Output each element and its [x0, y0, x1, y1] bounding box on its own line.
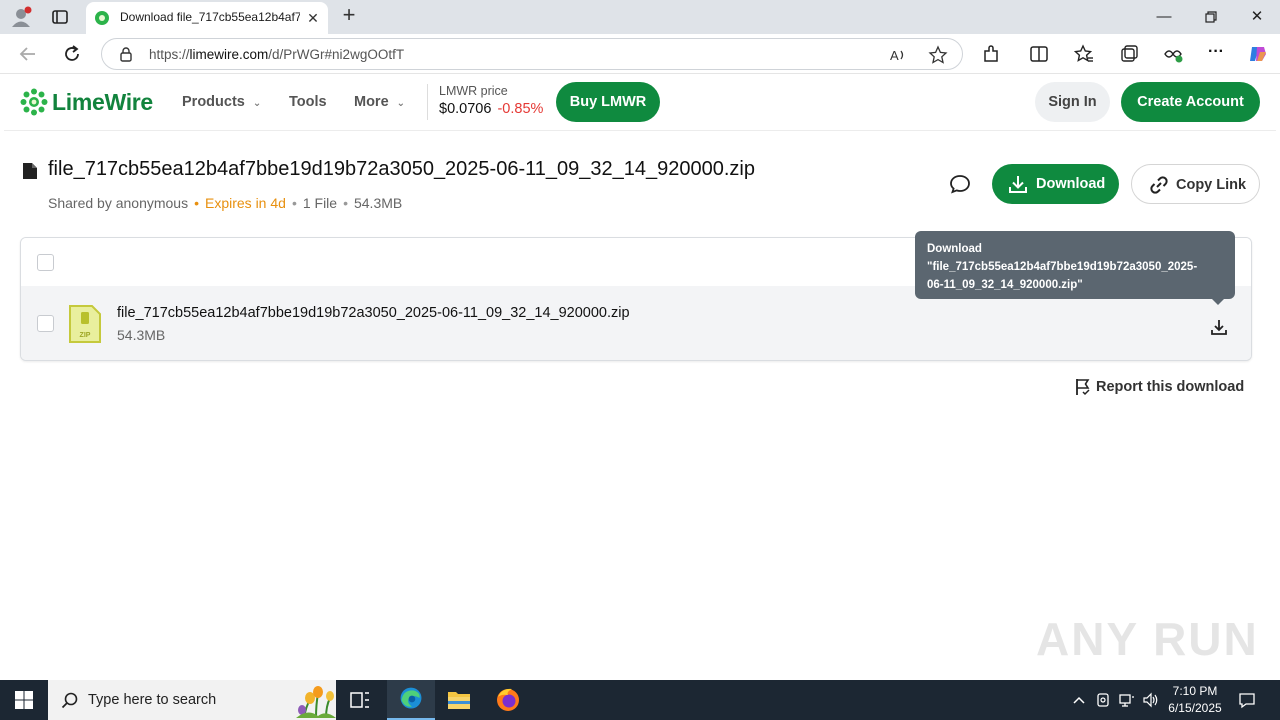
search-icon — [61, 692, 78, 709]
copilot-icon[interactable] — [1247, 43, 1269, 65]
logo-text: LimeWire — [52, 89, 153, 115]
read-aloud-icon[interactable]: A — [888, 45, 908, 65]
browser-tab-bar: Download file_717cb55ea12b4af7 ✕ + — ✕ — [0, 0, 1280, 34]
sign-in-button[interactable]: Sign In — [1035, 82, 1110, 122]
refresh-icon[interactable] — [61, 43, 83, 65]
show-hidden-icons-icon[interactable] — [1070, 691, 1088, 709]
lmwr-price: LMWR price $0.0706 -0.85% — [427, 84, 543, 120]
chevron-down-icon: ⌄ — [396, 98, 406, 109]
shared-by: Shared by anonymous — [48, 195, 189, 211]
search-placeholder: Type here to search — [88, 692, 217, 708]
price-label: LMWR price — [439, 84, 508, 98]
browser-essentials-icon[interactable] — [1162, 43, 1184, 65]
network-icon[interactable] — [1118, 691, 1136, 709]
svg-text:A: A — [890, 48, 899, 63]
firefox-icon[interactable] — [484, 680, 532, 720]
close-window-icon[interactable]: ✕ — [1246, 6, 1268, 28]
zip-file-icon: ZIP — [69, 305, 101, 343]
select-all-checkbox[interactable] — [37, 254, 54, 271]
site-header: LimeWire Products ⌄ Tools More ⌄ LMWR pric… — [4, 74, 1276, 131]
tooltip-line-3: 06-11_09_32_14_920000.zip" — [927, 279, 1083, 291]
limewire-logo-icon — [20, 88, 48, 116]
create-account-button[interactable]: Create Account — [1121, 82, 1260, 122]
clock-date: 6/15/2025 — [1168, 701, 1222, 715]
link-icon — [1150, 176, 1168, 194]
download-tooltip: Download "file_717cb55ea12b4af7bbe19d19b… — [915, 231, 1235, 305]
site-info-icon[interactable] — [118, 46, 134, 62]
copy-link-label: Copy Link — [1176, 177, 1247, 193]
file-row-name: file_717cb55ea12b4af7bbe19d19b72a3050_20… — [117, 305, 630, 321]
file-row-size: 54.3MB — [117, 327, 166, 343]
settings-more-icon[interactable]: ··· — [1205, 43, 1227, 65]
price-value: $0.0706 -0.85% — [439, 101, 544, 117]
collections-icon[interactable] — [1118, 43, 1140, 65]
svg-text:ZIP: ZIP — [80, 332, 91, 339]
task-view-icon[interactable] — [336, 680, 384, 720]
restore-icon[interactable] — [1200, 6, 1222, 28]
file-meta: Shared by anonymous • Expires in 4d • 1 File… — [48, 195, 403, 211]
tooltip-arrow — [1212, 299, 1224, 305]
tab-actions-icon[interactable] — [50, 7, 70, 27]
windows-taskbar: Type here to search 7:10 PM 6/15/2025 — [0, 680, 1280, 720]
download-button[interactable]: Download — [992, 164, 1119, 204]
comment-icon[interactable] — [948, 172, 972, 196]
anyrun-watermark: ANY RUN — [1036, 613, 1259, 665]
back-icon[interactable] — [17, 43, 39, 65]
tooltip-line-1: Download — [927, 243, 982, 255]
report-flag-icon — [1076, 379, 1090, 396]
nav-tools[interactable]: Tools — [289, 94, 327, 110]
file-icon — [23, 163, 37, 179]
download-icon — [1009, 176, 1027, 193]
browser-toolbar: https://limewire.com/d/PrWGr#ni2wgOOtfT … — [0, 34, 1280, 74]
limewire-favicon-icon — [95, 11, 109, 25]
favorites-icon[interactable] — [1073, 43, 1095, 65]
tooltip-line-2: "file_717cb55ea12b4af7bbe19d19b72a3050_2… — [927, 261, 1198, 273]
taskbar-search[interactable]: Type here to search — [48, 680, 336, 720]
url-text: https://limewire.com/d/PrWGr#ni2wgOOtfT — [149, 47, 405, 62]
clock-time: 7:10 PM — [1172, 684, 1218, 698]
tab-close-icon[interactable]: ✕ — [304, 9, 322, 27]
taskbar-clock[interactable]: 7:10 PM 6/15/2025 — [1164, 683, 1226, 717]
chevron-down-icon: ⌄ — [252, 98, 262, 109]
nav-more[interactable]: More ⌄ — [354, 94, 405, 110]
favorite-star-icon[interactable] — [928, 45, 948, 65]
row-download-icon[interactable] — [1209, 317, 1229, 337]
notifications-icon[interactable] — [1238, 691, 1256, 709]
browser-tab[interactable]: Download file_717cb55ea12b4af7 ✕ — [86, 2, 328, 34]
file-title: file_717cb55ea12b4af7bbe19d19b72a3050_20… — [48, 158, 755, 180]
expires: Expires in 4d — [205, 195, 286, 211]
copy-link-button[interactable]: Copy Link — [1131, 164, 1260, 204]
edge-taskbar-icon[interactable] — [387, 680, 435, 720]
file-explorer-icon[interactable] — [435, 680, 483, 720]
nav-products[interactable]: Products ⌄ — [182, 94, 261, 110]
split-screen-icon[interactable] — [1028, 43, 1050, 65]
device-icon[interactable] — [1094, 691, 1112, 709]
flowers-decoration-icon — [296, 686, 336, 718]
volume-icon[interactable] — [1142, 691, 1160, 709]
tab-title: Download file_717cb55ea12b4af7 — [120, 10, 300, 24]
new-tab-icon[interactable]: + — [338, 4, 360, 27]
minimize-icon[interactable]: — — [1153, 6, 1175, 28]
buy-lmwr-button[interactable]: Buy LMWR — [556, 82, 660, 122]
windows-start-icon[interactable] — [14, 690, 34, 710]
price-change: -0.85% — [497, 101, 544, 117]
file-size: 54.3MB — [353, 195, 403, 211]
file-count: 1 File — [302, 195, 338, 211]
address-bar[interactable]: https://limewire.com/d/PrWGr#ni2wgOOtfT … — [101, 38, 963, 70]
file-row-checkbox[interactable] — [37, 315, 54, 332]
extensions-icon[interactable] — [980, 43, 1002, 65]
download-label: Download — [1036, 176, 1106, 192]
report-label: Report this download — [1096, 379, 1245, 395]
profile-icon[interactable] — [10, 6, 32, 28]
